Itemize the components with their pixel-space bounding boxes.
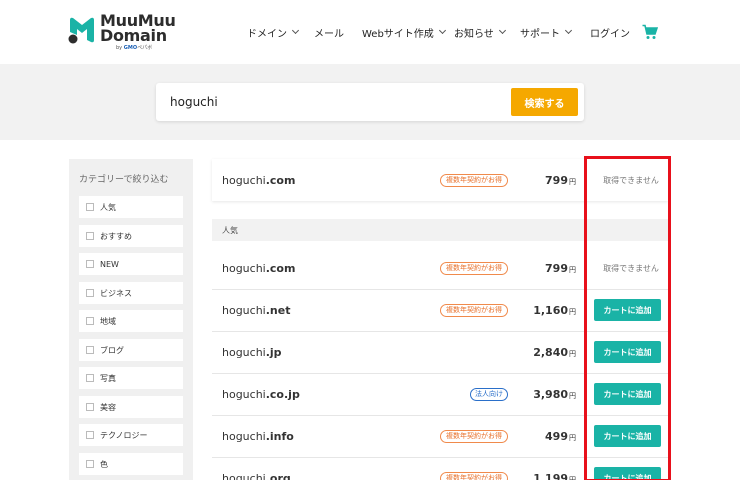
category-business[interactable]: ビジネス (79, 282, 183, 304)
chevron-down-icon (498, 26, 506, 35)
checkbox[interactable] (86, 260, 94, 268)
checkbox[interactable] (86, 346, 94, 354)
category-label: 人気 (100, 202, 116, 212)
domain-price: 2,840円 (533, 345, 576, 359)
nav-support-label: サポート (520, 28, 560, 40)
logo-by: by (116, 45, 123, 51)
multi-year-badge: 複数年契約がお得 (440, 429, 508, 443)
domain-price: 3,980円 (533, 387, 576, 401)
domain-name: hoguchi.org (222, 471, 291, 480)
category-label: 地域 (100, 316, 116, 326)
category-label: 美容 (100, 402, 116, 412)
category-label: 色 (100, 459, 108, 469)
category-photo[interactable]: 写真 (79, 367, 183, 389)
multi-year-badge: 複数年契約がお得 (440, 261, 508, 275)
checkbox[interactable] (86, 374, 94, 382)
nav-mail[interactable]: メール (314, 24, 344, 40)
logo-brand: GMO (123, 45, 138, 51)
category-blog[interactable]: ブログ (79, 339, 183, 361)
domain-name: hoguchi.info (222, 429, 294, 443)
category-popular[interactable]: 人気 (79, 196, 183, 218)
domain-price: 1,199円 (533, 471, 576, 480)
search-button[interactable]: 検索する (511, 88, 578, 116)
multi-year-badge: 複数年契約がお得 (440, 471, 508, 480)
nav-website-label: Webサイト作成 (362, 28, 434, 40)
domain-price: 1,160円 (533, 303, 576, 317)
category-label: ビジネス (100, 288, 132, 298)
highlight-box (584, 156, 671, 480)
domain-price: 499円 (545, 429, 576, 443)
chevron-down-icon (291, 26, 300, 35)
category-label: 写真 (100, 373, 116, 383)
nav-domain-label: ドメイン (247, 28, 287, 40)
search-box: 検索する (156, 83, 584, 121)
site-header: MuuMuu Domain by GMOペパボ ドメイン メール Webサイト作… (0, 0, 740, 64)
domain-name: hoguchi.co.jp (222, 387, 300, 401)
logo-sub: ペパボ (137, 45, 153, 51)
domain-price: 799円 (545, 261, 576, 275)
muumuu-domain-logo[interactable]: MuuMuu Domain by GMOペパボ (68, 13, 180, 52)
domain-price: 799円 (545, 173, 576, 187)
nav-support[interactable]: サポート (520, 24, 573, 40)
chevron-down-icon (438, 26, 446, 35)
logo-wordmark: MuuMuu Domain (100, 13, 176, 45)
search-band: 検索する (0, 64, 740, 140)
multi-year-badge: 複数年契約がお得 (440, 173, 508, 187)
category-region[interactable]: 地域 (79, 310, 183, 332)
sidebar-title: カテゴリーで絞り込む (79, 175, 169, 185)
category-beauty[interactable]: 美容 (79, 396, 183, 418)
domain-name: hoguchi.com (222, 261, 296, 275)
domain-name: hoguchi.jp (222, 345, 282, 359)
checkbox[interactable] (86, 289, 94, 297)
category-label: おすすめ (100, 231, 132, 241)
checkbox[interactable] (86, 431, 94, 439)
category-color[interactable]: 色 (79, 453, 183, 475)
search-input[interactable] (170, 92, 500, 112)
category-label: テクノロジー (100, 430, 148, 440)
nav-domain[interactable]: ドメイン (247, 24, 300, 40)
nav-website[interactable]: Webサイト作成 (362, 24, 446, 40)
checkbox[interactable] (86, 203, 94, 211)
domain-name: hoguchi.net (222, 303, 291, 317)
logo-byline: by GMOペパボ (116, 44, 152, 51)
logo-mark-icon (68, 17, 94, 44)
category-label: ブログ (100, 345, 124, 355)
nav-news-label: お知らせ (454, 28, 494, 40)
nav-news[interactable]: お知らせ (454, 24, 506, 40)
domain-name: hoguchi.com (222, 173, 296, 187)
logo-line-2: Domain (100, 26, 167, 45)
category-recommended[interactable]: おすすめ (79, 225, 183, 247)
checkbox[interactable] (86, 317, 94, 325)
checkbox[interactable] (86, 460, 94, 468)
category-sidebar: カテゴリーで絞り込む 人気 おすすめ NEW ビジネス 地域 ブログ 写真 美容… (69, 159, 193, 480)
nav-login[interactable]: ログイン (590, 24, 630, 40)
nav-login-label: ログイン (590, 28, 630, 40)
checkbox[interactable] (86, 232, 94, 240)
category-new[interactable]: NEW (79, 253, 183, 275)
chevron-down-icon (564, 26, 573, 35)
category-technology[interactable]: テクノロジー (79, 424, 183, 446)
multi-year-badge: 複数年契約がお得 (440, 303, 508, 317)
cart-icon[interactable] (642, 24, 658, 40)
checkbox[interactable] (86, 403, 94, 411)
corporate-badge: 法人向け (470, 387, 508, 401)
nav-mail-label: メール (314, 28, 344, 40)
category-label: NEW (100, 259, 119, 269)
